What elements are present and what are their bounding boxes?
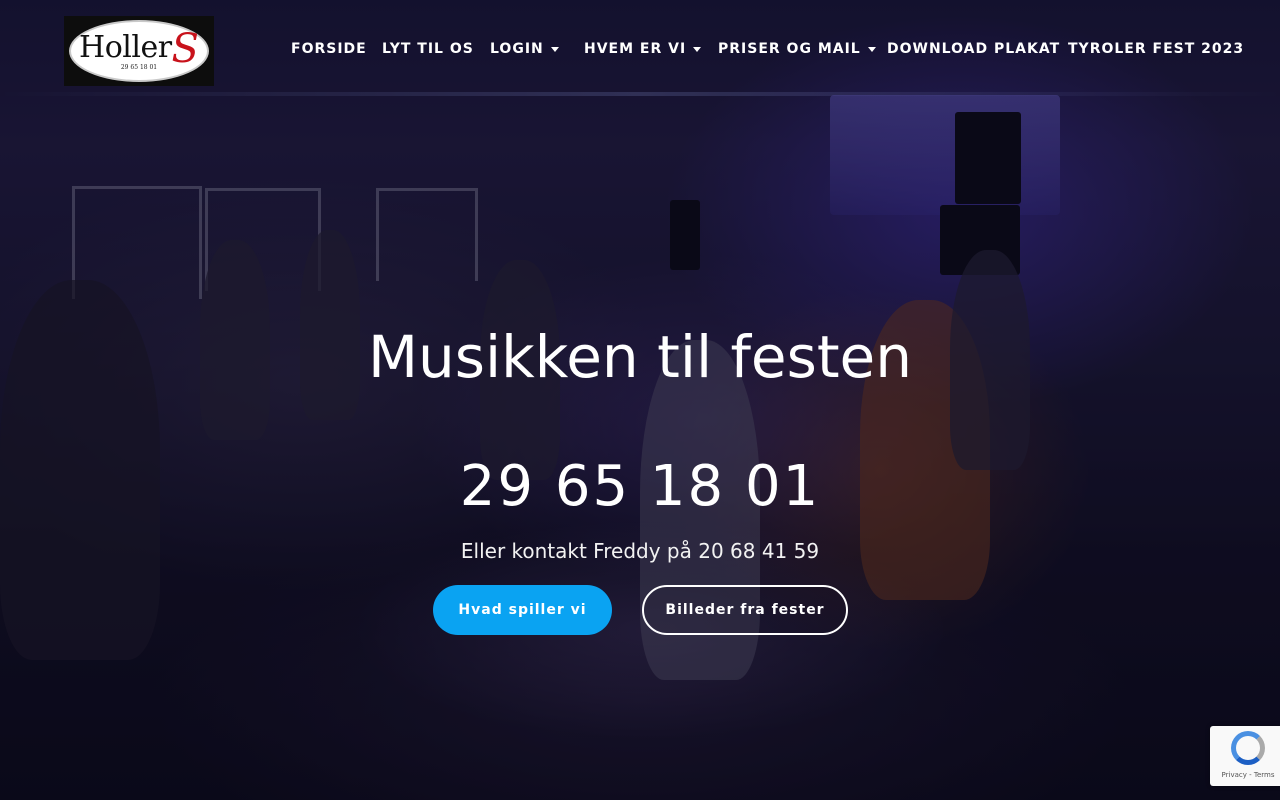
nav-item-label: HVEM ER VI	[584, 41, 687, 57]
top-navbar: Holler S 29 65 18 01 FORSIDE LYT TIL OS L…	[0, 0, 1280, 100]
nav-item-label: LYT TIL OS	[382, 41, 474, 57]
hvad-spiller-vi-button[interactable]: Hvad spiller vi	[433, 585, 612, 635]
nav-item-forside[interactable]: FORSIDE	[291, 41, 367, 57]
stage-banner	[830, 95, 1060, 215]
nav-item-lyt-til-os[interactable]: LYT TIL OS	[382, 41, 474, 57]
hero-background-photo	[0, 0, 1280, 800]
button-label: Hvad spiller vi	[458, 602, 587, 618]
chevron-down-icon	[693, 46, 702, 52]
door-frame	[205, 188, 321, 291]
speaker-box	[955, 112, 1021, 204]
nav-item-label: PRISER OG MAIL	[718, 41, 861, 57]
nav-item-login[interactable]: LOGIN	[490, 41, 559, 57]
nav-item-label: LOGIN	[490, 41, 544, 57]
chevron-down-icon	[550, 46, 559, 52]
speaker-box	[670, 200, 700, 270]
door-frame	[72, 186, 202, 299]
logo-phone: 29 65 18 01	[120, 64, 158, 71]
chevron-down-icon	[867, 46, 876, 52]
nav-item-label: FORSIDE	[291, 41, 367, 57]
hero-headline: Musikken til festen	[367, 323, 913, 391]
hero-phone-number: 29 65 18 01	[459, 454, 821, 519]
door-frame	[376, 188, 478, 281]
nav-item-download-plakat[interactable]: DOWNLOAD PLAKAT	[887, 41, 1060, 57]
billeder-fra-fester-button[interactable]: Billeder fra fester	[642, 585, 848, 635]
speaker-box	[940, 205, 1020, 275]
main-menu: FORSIDE LYT TIL OS LOGIN HVEM ER VI PRIS…	[0, 41, 1280, 61]
hero-subline: Eller kontakt Freddy på 20 68 41 59	[460, 539, 820, 563]
button-label: Billeder fra fester	[665, 602, 825, 618]
nav-item-hvem-er-vi[interactable]: HVEM ER VI	[584, 41, 702, 57]
nav-item-label: TYROLER FEST 2023	[1068, 41, 1245, 57]
nav-item-tyroler-fest[interactable]: TYROLER FEST 2023	[1068, 41, 1244, 57]
recaptcha-terms-link[interactable]: Privacy - Terms	[1222, 771, 1275, 779]
nav-item-label: DOWNLOAD PLAKAT	[887, 41, 1061, 57]
nav-item-priser-og-mail[interactable]: PRISER OG MAIL	[718, 41, 876, 57]
recaptcha-icon	[1231, 731, 1265, 765]
recaptcha-badge[interactable]: Privacy - Terms	[1210, 726, 1280, 786]
